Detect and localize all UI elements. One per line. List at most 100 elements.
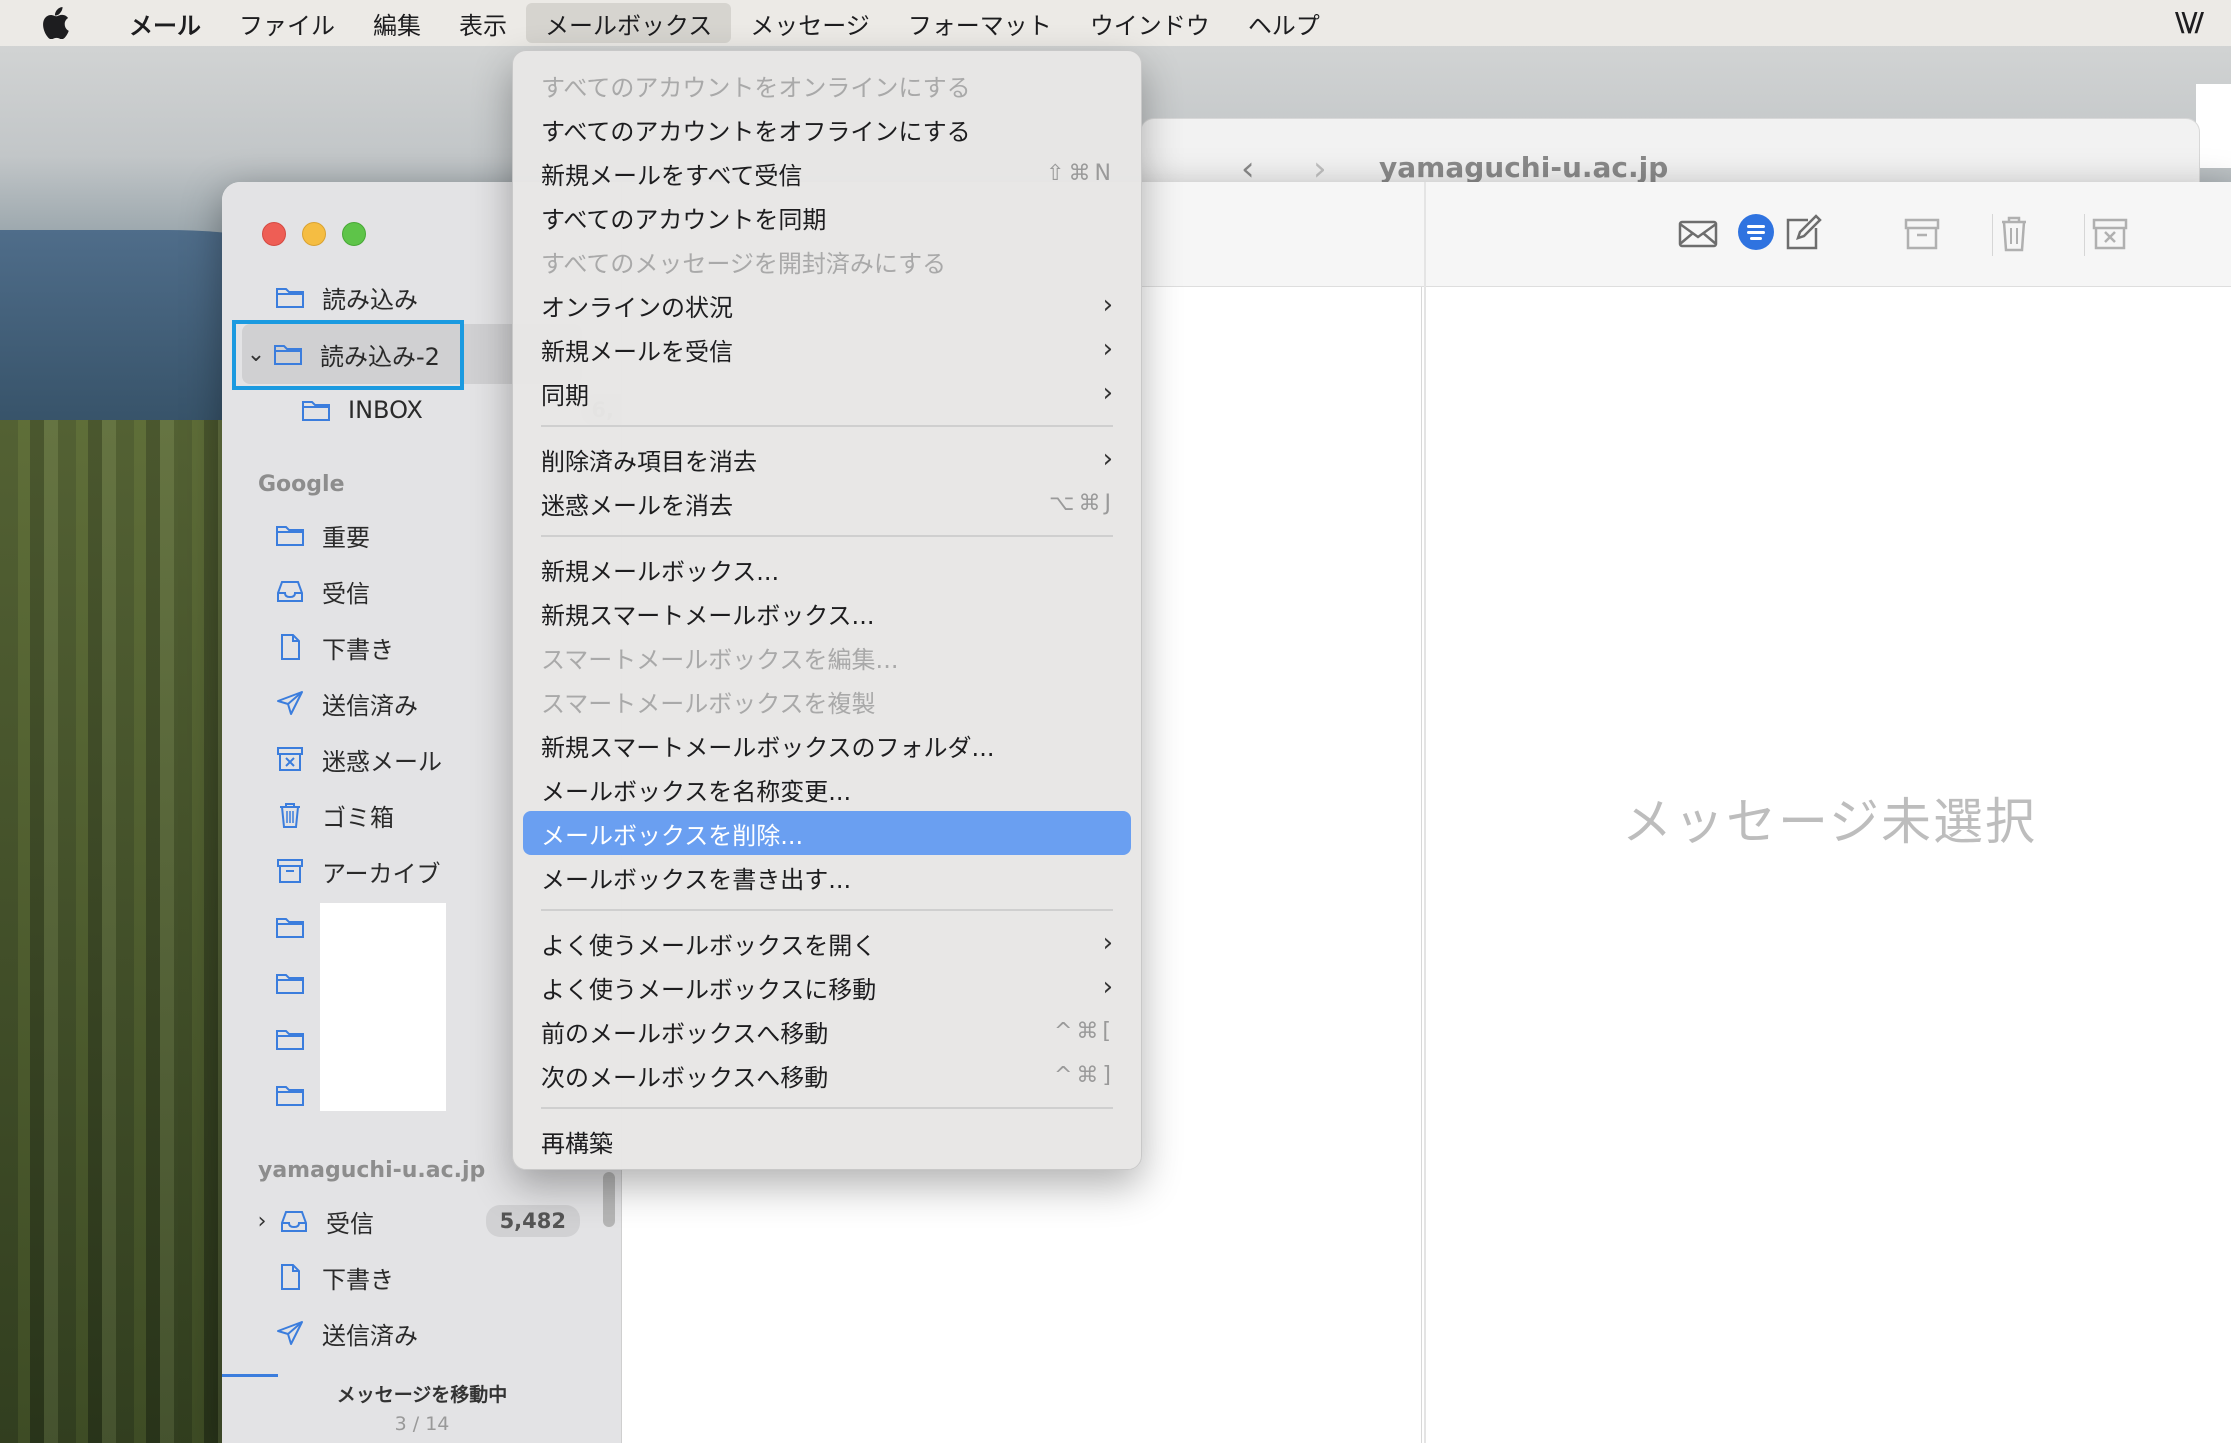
- menu-item-label: メールボックスを名称変更...: [541, 777, 852, 806]
- filter-icon[interactable]: [1738, 214, 1774, 250]
- sidebar-scrollbar[interactable]: [603, 1172, 615, 1227]
- paper-plane-icon: [274, 688, 306, 718]
- junk-icon[interactable]: [2088, 212, 2132, 256]
- menu-item[interactable]: すべてのアカウントを同期: [513, 195, 1141, 239]
- sidebar-item-label: 下書き: [322, 635, 394, 664]
- compose-icon[interactable]: [1780, 212, 1824, 256]
- sidebar-item-label: 下書き: [322, 1265, 394, 1294]
- highlight-box: [232, 320, 464, 390]
- menu-item-label: スマートメールボックスを編集...: [541, 645, 899, 674]
- menu-item[interactable]: すべてのアカウントをオフラインにする: [513, 107, 1141, 151]
- menu-item-label: すべてのアカウントを同期: [541, 205, 827, 234]
- submenu-chevron-icon: ›: [1102, 378, 1113, 408]
- menu-item: スマートメールボックスを編集...: [513, 635, 1141, 679]
- sidebar-item-label: 受信: [326, 1209, 374, 1238]
- menu-item-label: スマートメールボックスを複製: [541, 689, 876, 718]
- zoom-button[interactable]: [342, 222, 366, 246]
- junk-box-icon: [274, 744, 306, 774]
- no-message-selected: メッセージ未選択: [1622, 793, 2037, 851]
- keyboard-shortcut: ⇧⌘N: [1046, 160, 1115, 186]
- menu-item[interactable]: 新規メールを受信 ›: [513, 327, 1141, 371]
- menu-item[interactable]: メールボックスを名称変更...: [513, 767, 1141, 811]
- menu-item[interactable]: 新規メールボックス...: [513, 547, 1141, 591]
- apple-menu-icon[interactable]: [0, 0, 110, 46]
- menu-mailbox[interactable]: メールボックス: [526, 3, 732, 43]
- menu-item-label: 迷惑メールを消去: [541, 491, 733, 520]
- folder-icon: [274, 520, 306, 550]
- submenu-chevron-icon: ›: [1102, 444, 1113, 474]
- menu-item[interactable]: 次のメールボックスへ移動 ^⌘]: [513, 1053, 1141, 1097]
- status-menu-icon[interactable]: \\//: [2175, 8, 2204, 38]
- submenu-chevron-icon: ›: [1102, 928, 1113, 958]
- sidebar-item-sent-yamaguchi[interactable]: 送信済み: [222, 1308, 622, 1358]
- activity-title: メッセージを移動中: [336, 1384, 508, 1406]
- menu-item-label: 新規スマートメールボックス...: [541, 601, 875, 630]
- menu-item: すべてのアカウントをオンラインにする: [513, 63, 1141, 107]
- menu-item[interactable]: よく使うメールボックスに移動 ›: [513, 965, 1141, 1009]
- menu-item: すべてのメッセージを開封済みにする: [513, 239, 1141, 283]
- submenu-chevron-icon: ›: [1102, 972, 1113, 1002]
- menu-item-label: すべてのアカウントをオンラインにする: [541, 73, 971, 102]
- menu-separator: [541, 1107, 1113, 1109]
- section-google: Google: [258, 472, 345, 497]
- menu-item-label: 次のメールボックスへ移動: [541, 1063, 829, 1092]
- menu-window[interactable]: ウインドウ: [1071, 0, 1229, 46]
- archive-icon[interactable]: [1900, 212, 1944, 256]
- menu-item[interactable]: 削除済み項目を消去 ›: [513, 437, 1141, 481]
- trash-icon[interactable]: [1992, 212, 2036, 256]
- menu-item[interactable]: 前のメールボックスへ移動 ^⌘[: [513, 1009, 1141, 1053]
- inbox-tray-icon: [274, 576, 306, 606]
- sidebar-item-receive-yamaguchi[interactable]: › 受信 5,482: [222, 1196, 622, 1246]
- menu-item[interactable]: 新規スマートメールボックスのフォルダ...: [513, 723, 1141, 767]
- activity-progress: 3 / 14: [394, 1413, 450, 1435]
- submenu-chevron-icon: ›: [1102, 290, 1113, 320]
- mailbox-menu: すべてのアカウントをオンラインにするすべてのアカウントをオフラインにする 新規メー…: [512, 50, 1142, 1170]
- submenu-chevron-icon: ›: [1102, 334, 1113, 364]
- menu-bar: メール ファイル 編集 表示 メールボックス メッセージ フォーマット ウインド…: [0, 0, 2231, 46]
- menu-item[interactable]: 同期 ›: [513, 371, 1141, 415]
- trash-icon: [274, 800, 306, 830]
- menu-item[interactable]: メールボックスを削除...: [523, 811, 1131, 855]
- menu-item[interactable]: よく使うメールボックスを開く ›: [513, 921, 1141, 965]
- menu-item[interactable]: 新規スマートメールボックス...: [513, 591, 1141, 635]
- toolbar-separator: [2084, 214, 2085, 256]
- menu-item[interactable]: 新規メールをすべて受信 ⇧⌘N: [513, 151, 1141, 195]
- menu-item[interactable]: オンラインの状況 ›: [513, 283, 1141, 327]
- menu-item[interactable]: 迷惑メールを消去 ⌥⌘J: [513, 481, 1141, 525]
- menu-separator: [541, 909, 1113, 911]
- menu-help[interactable]: ヘルプ: [1229, 0, 1339, 46]
- close-button[interactable]: [262, 222, 286, 246]
- document-icon: [274, 1262, 306, 1292]
- background-window-title: yamaguchi-u.ac.jp: [1379, 151, 1669, 184]
- menu-edit[interactable]: 編集: [354, 0, 440, 46]
- keyboard-shortcut: ^⌘]: [1053, 1062, 1115, 1088]
- sidebar-item-label: ゴミ箱: [322, 803, 394, 832]
- sidebar-item-label: INBOX: [348, 396, 423, 424]
- sidebar-item-drafts-yamaguchi[interactable]: 下書き: [222, 1252, 622, 1302]
- menu-item[interactable]: メールボックスを書き出す...: [513, 855, 1141, 899]
- minimize-button[interactable]: [302, 222, 326, 246]
- menu-item-label: オンラインの状況: [541, 293, 733, 322]
- menu-item-label: すべてのメッセージを開封済みにする: [541, 249, 947, 278]
- menu-item: スマートメールボックスを複製: [513, 679, 1141, 723]
- get-mail-icon[interactable]: [1676, 212, 1720, 256]
- folder-icon: [274, 282, 306, 312]
- menu-item-label: メールボックスを削除...: [541, 821, 804, 850]
- menu-view[interactable]: 表示: [440, 0, 526, 46]
- menu-message[interactable]: メッセージ: [731, 0, 889, 46]
- document-icon: [274, 632, 306, 662]
- menu-item-label: よく使うメールボックスを開く: [541, 931, 877, 960]
- background-window-edge: [2196, 84, 2231, 168]
- menu-item-label: 同期: [541, 381, 589, 410]
- sidebar-item-label: 受信: [322, 579, 370, 608]
- menu-separator: [541, 425, 1113, 427]
- menu-item[interactable]: 再構築: [513, 1119, 1141, 1163]
- sidebar-item-label: 読み込み: [322, 285, 418, 314]
- menu-file[interactable]: ファイル: [220, 0, 354, 46]
- chevron-right-icon[interactable]: ›: [252, 1209, 272, 1234]
- viewer-divider: [1424, 182, 1426, 1443]
- menu-format[interactable]: フォーマット: [889, 0, 1071, 46]
- menu-app-mail[interactable]: メール: [110, 0, 220, 46]
- sidebar-item-label: 重要: [322, 523, 370, 552]
- section-yamaguchi: yamaguchi-u.ac.jp: [258, 1158, 486, 1183]
